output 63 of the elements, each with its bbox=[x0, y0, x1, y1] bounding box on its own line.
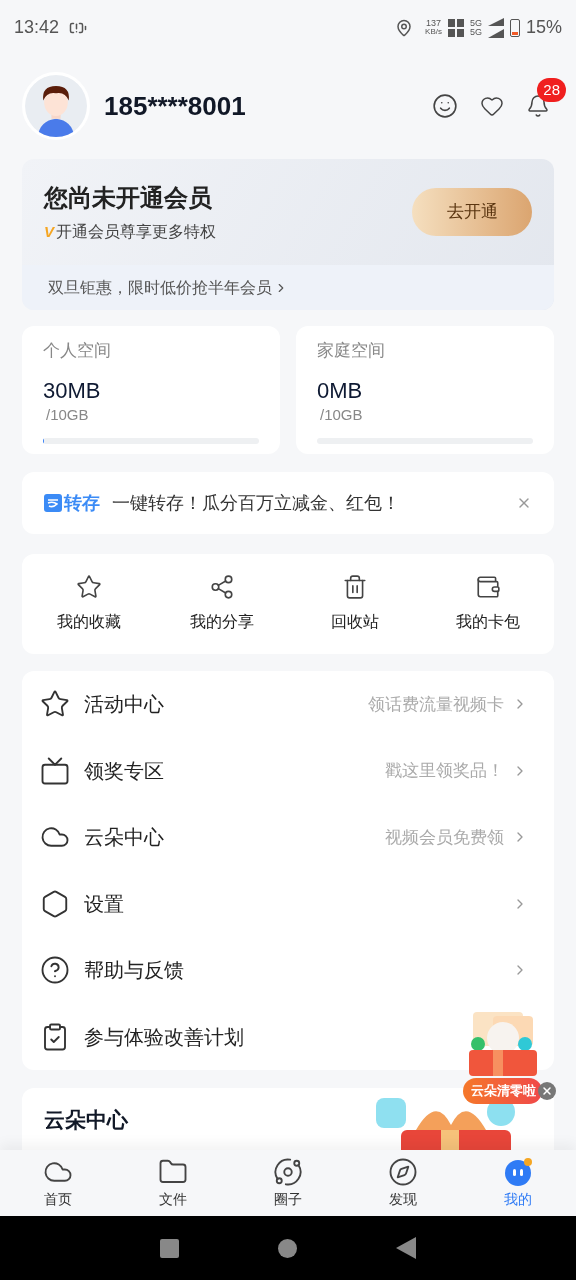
recents-button[interactable] bbox=[159, 1238, 179, 1258]
planet-icon bbox=[273, 1156, 303, 1187]
home-button[interactable] bbox=[278, 1238, 297, 1258]
help-icon bbox=[40, 955, 70, 986]
support-icon[interactable] bbox=[432, 93, 458, 119]
nav-tab[interactable]: 发现 bbox=[345, 1150, 461, 1216]
battery-icon bbox=[509, 18, 520, 37]
activate-button[interactable]: 去开通 bbox=[412, 188, 532, 236]
menu-item[interactable]: 活动中心 领话费流量视频卡 bbox=[22, 671, 554, 738]
avatar[interactable] bbox=[22, 72, 90, 140]
signal-icon bbox=[487, 17, 504, 38]
banner-tag: 转存 bbox=[64, 489, 100, 517]
membership-title: 您尚未开通会员 bbox=[44, 183, 213, 213]
shortcut-item[interactable]: 我的卡包 bbox=[421, 554, 554, 654]
promo-link[interactable]: 双旦钜惠，限时低价抢半年会员 bbox=[22, 265, 554, 310]
phone-number: 185****8001 bbox=[104, 89, 246, 123]
storage-card[interactable]: 个人空间 30MB /10GB bbox=[22, 326, 280, 454]
mascot-icon bbox=[503, 1156, 534, 1187]
network-type: 5G bbox=[469, 18, 482, 28]
storage-label: 个人空间 bbox=[43, 340, 112, 362]
location-icon bbox=[395, 18, 414, 37]
settings-icon bbox=[40, 888, 70, 919]
card-title: 云朵中心 bbox=[44, 1108, 128, 1131]
menu-item[interactable]: 参与体验改善计划 bbox=[22, 1003, 554, 1070]
cloud-logo-icon bbox=[44, 494, 62, 512]
storage-label: 家庭空间 bbox=[317, 340, 386, 362]
membership-subtitle: 开通会员尊享更多特权 bbox=[56, 222, 216, 242]
storage-used: 0MB bbox=[317, 377, 364, 404]
notification-badge: 28 bbox=[537, 78, 566, 102]
back-button[interactable] bbox=[396, 1237, 417, 1259]
shortcut-item[interactable]: 我的分享 bbox=[155, 554, 288, 654]
compass-icon bbox=[388, 1156, 419, 1187]
close-icon bbox=[541, 1085, 553, 1097]
trash-icon bbox=[341, 574, 368, 600]
network-type: 5G bbox=[469, 27, 482, 37]
heart-icon[interactable] bbox=[480, 94, 504, 118]
battery-percent: 15% bbox=[525, 16, 562, 39]
menu-item[interactable]: 帮助与反馈 bbox=[22, 937, 554, 1004]
nav-tab[interactable]: 圈子 bbox=[230, 1150, 346, 1216]
close-button[interactable] bbox=[538, 1082, 556, 1100]
nav-tab[interactable]: 我的 bbox=[460, 1150, 576, 1216]
promo-banner[interactable]: 转存 一键转存！瓜分百万立减金、红包！ bbox=[22, 472, 554, 534]
bell-icon[interactable] bbox=[526, 94, 550, 118]
menu-item[interactable]: 领奖专区 戳这里领奖品！ bbox=[22, 737, 554, 804]
storage-total: /10GB bbox=[46, 404, 90, 425]
nav-tab[interactable]: 首页 bbox=[0, 1150, 116, 1216]
menu-item[interactable]: 云朵中心 视频会员免费领 bbox=[22, 804, 554, 871]
tv-icon bbox=[40, 755, 70, 786]
star-icon bbox=[75, 574, 102, 600]
shortcut-item[interactable]: 回收站 bbox=[288, 554, 421, 654]
storage-used: 30MB bbox=[43, 377, 102, 404]
nav-tab[interactable]: 文件 bbox=[115, 1150, 231, 1216]
storage-card[interactable]: 家庭空间 0MB /10GB bbox=[296, 326, 554, 454]
vip-letter: V bbox=[44, 221, 54, 242]
menu-item[interactable]: 设置 bbox=[22, 870, 554, 937]
banner-text: 一键转存！瓜分百万立减金、红包！ bbox=[112, 491, 400, 515]
sim-icon bbox=[447, 18, 464, 37]
shortcut-item[interactable]: 我的收藏 bbox=[22, 554, 155, 654]
wallet-icon bbox=[474, 574, 501, 600]
network-speed-unit: KB/s bbox=[425, 28, 442, 36]
clock: 13:42 bbox=[14, 16, 60, 39]
network-speed: 137 bbox=[426, 19, 441, 28]
storage-total: /10GB bbox=[320, 404, 364, 425]
